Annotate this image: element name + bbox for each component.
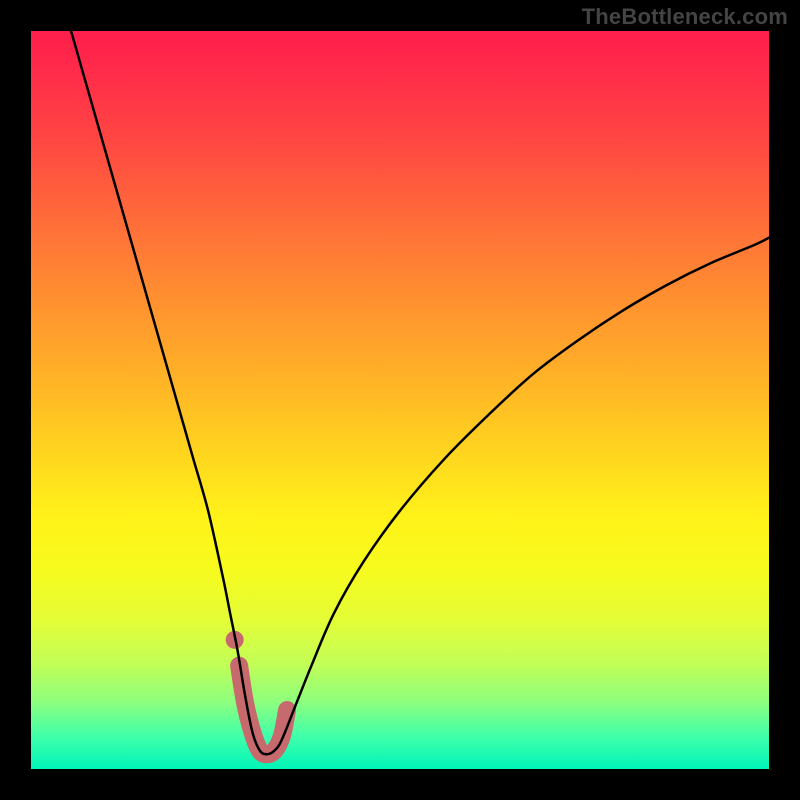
- chart-frame: TheBottleneck.com: [0, 0, 800, 800]
- gradient-background: [31, 31, 769, 769]
- bottleneck-chart: [31, 31, 769, 769]
- watermark-text: TheBottleneck.com: [582, 4, 788, 30]
- plot-area: [31, 31, 769, 769]
